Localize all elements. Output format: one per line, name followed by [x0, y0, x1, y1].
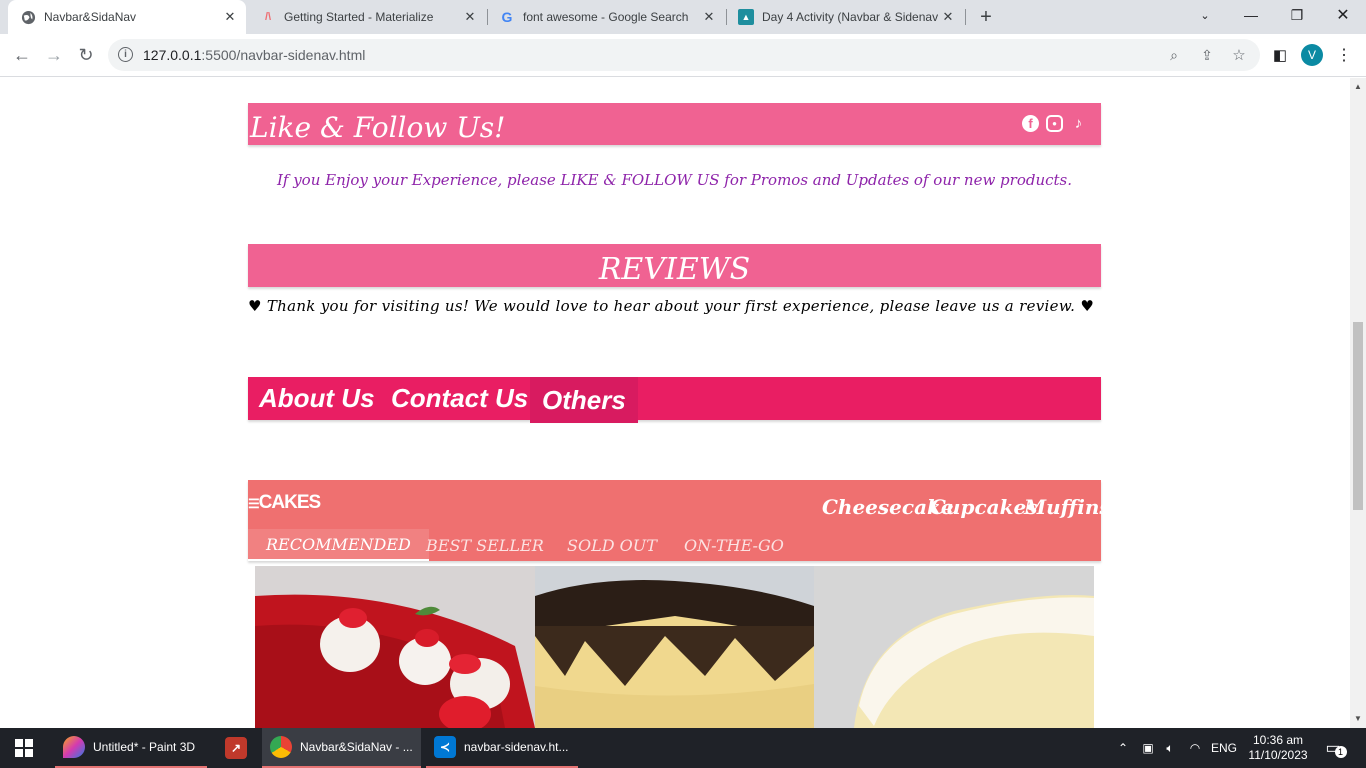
tiktok-icon[interactable]: ♪ [1070, 115, 1087, 132]
reviews-text: ♥ Thank you for visiting us! We would lo… [248, 297, 1095, 315]
taskbar-label: Untitled* - Paint 3D [93, 740, 196, 754]
tab-navbar-sidanav[interactable]: Navbar&SidaNav ✕ [8, 0, 246, 34]
strawberry-cheesecake-image[interactable] [255, 566, 535, 728]
vscode-icon: ≺ [434, 736, 456, 758]
restore-button[interactable]: ❐ [1274, 0, 1320, 30]
instagram-icon[interactable]: ● [1046, 115, 1063, 132]
globe-icon [20, 9, 36, 25]
share-icon[interactable]: ⇪ [1197, 45, 1217, 65]
menu-cupcakes[interactable]: Cupcakes [930, 495, 1037, 519]
tab-title: Navbar&SidaNav [44, 10, 137, 24]
scroll-down-arrow[interactable]: ▼ [1354, 714, 1362, 723]
taskbar-app[interactable]: ↗ [214, 728, 258, 768]
chrome-icon [270, 736, 292, 758]
reload-button[interactable]: ↻ [72, 41, 100, 69]
tab-recommended[interactable]: RECOMMENDED [248, 529, 429, 561]
close-window-button[interactable]: ✕ [1320, 0, 1366, 30]
zoom-icon[interactable]: ⌕ [1164, 45, 1184, 65]
menu-muffins[interactable]: Muffins [1024, 495, 1111, 519]
tab-title: font awesome - Google Search [523, 10, 689, 24]
device-icon[interactable]: ▣ [1138, 728, 1158, 768]
taskbar-label: navbar-sidenav.ht... [464, 740, 569, 754]
site-navbar: About Us Contact Us Others [248, 377, 1101, 423]
tab-title: Getting Started - Materialize [284, 10, 434, 24]
windows-logo-icon [15, 739, 33, 757]
tab-sold-out[interactable]: SOLD OUT [549, 529, 675, 561]
cake-gallery [255, 566, 1094, 728]
facebook-icon[interactable]: f [1022, 115, 1039, 132]
url-host: 127.0.0.1 [143, 47, 202, 63]
clock-date: 11/10/2023 [1248, 748, 1308, 762]
taskbar-label: Navbar&SidaNav - ... [300, 740, 413, 754]
classroom-icon: ▲ [738, 9, 754, 25]
follow-text: If you Enjoy your Experience, please LIK… [276, 171, 1073, 189]
back-button[interactable]: ← [8, 41, 36, 69]
forward-button[interactable]: → [40, 41, 68, 69]
menu-kebab-icon[interactable]: ⋮ [1330, 41, 1358, 69]
follow-banner: Like & Follow Us! f ● ♪ [248, 103, 1101, 145]
basque-cheesecake-image[interactable] [535, 566, 814, 728]
follow-heading: Like & Follow Us! [250, 111, 506, 144]
tab-materialize[interactable]: /\ Getting Started - Materialize ✕ [248, 0, 486, 34]
tab-on-the-go[interactable]: ON-THE-GO [666, 529, 802, 561]
cakes-navbar: ☰CAKES Cheesecake Cupcakes Muffins RECOM… [248, 480, 1111, 561]
browser-toolbar: ← → ↻ i 127.0.0.1:5500/navbar-sidenav.ht… [0, 34, 1366, 77]
clock[interactable]: 10:36 am 11/10/2023 [1246, 728, 1310, 768]
tab-strip: Navbar&SidaNav ✕ /\ Getting Started - Ma… [0, 0, 1366, 34]
close-tab-icon[interactable]: ✕ [220, 7, 240, 27]
minimize-button[interactable]: — [1228, 0, 1274, 30]
page-viewport: Like & Follow Us! f ● ♪ If you Enjoy you… [0, 78, 1350, 728]
reviews-heading: REVIEWS [598, 252, 751, 287]
side-panel-icon[interactable]: ◧ [1266, 41, 1294, 69]
reviews-banner: REVIEWS [248, 244, 1101, 287]
url-path: :5500/navbar-sidenav.html [201, 47, 366, 63]
windows-taskbar: Untitled* - Paint 3D ↗ Navbar&SidaNav - … [0, 728, 1366, 768]
show-hidden-icons[interactable]: ⌃ [1112, 728, 1134, 768]
scrollbar-thumb[interactable] [1353, 322, 1363, 510]
tab-day4-activity[interactable]: ▲ Day 4 Activity (Navbar & Sidenav ✕ [726, 0, 964, 34]
close-tab-icon[interactable]: ✕ [699, 7, 719, 27]
tab-title: Day 4 Activity (Navbar & Sidenav [762, 10, 938, 24]
nav-about-us[interactable]: About Us [259, 377, 375, 420]
language-indicator[interactable]: ENG [1208, 728, 1240, 768]
start-button[interactable] [0, 728, 48, 768]
tab-google-search[interactable]: G font awesome - Google Search ✕ [487, 0, 725, 34]
notification-count: 1 [1334, 746, 1347, 758]
close-tab-icon[interactable]: ✕ [938, 7, 958, 27]
taskbar-chrome[interactable]: Navbar&SidaNav - ... [262, 728, 421, 768]
paint3d-icon [63, 736, 85, 758]
tab-separator [965, 9, 966, 25]
cakes-brand[interactable]: ☰CAKES [248, 492, 322, 514]
notification-center[interactable]: ▭ 1 [1318, 728, 1354, 768]
tab-best-seller[interactable]: BEST SELLER [408, 529, 562, 561]
url-text: 127.0.0.1:5500/navbar-sidenav.html [143, 47, 365, 63]
taskbar-paint3d[interactable]: Untitled* - Paint 3D [55, 728, 207, 768]
wifi-icon[interactable]: ◠ [1184, 728, 1206, 768]
taskbar-vscode[interactable]: ≺ navbar-sidenav.ht... [426, 728, 578, 768]
address-bar[interactable]: i 127.0.0.1:5500/navbar-sidenav.html ⌕ ⇪… [108, 39, 1260, 71]
app-icon: ↗ [225, 737, 247, 759]
clock-time: 10:36 am [1252, 733, 1304, 747]
nav-contact-us[interactable]: Contact Us [391, 377, 528, 420]
google-icon: G [501, 9, 513, 25]
cakes-brand-label: CAKES [258, 492, 322, 513]
profile-avatar[interactable]: V [1301, 44, 1323, 66]
site-info-icon[interactable]: i [118, 47, 133, 62]
bookmark-star-icon[interactable]: ☆ [1229, 45, 1249, 65]
page-scrollbar[interactable]: ▲ ▼ [1350, 78, 1366, 728]
tab-search-icon[interactable]: ⌄ [1182, 0, 1228, 30]
materialize-icon: /\ [264, 11, 272, 23]
new-tab-button[interactable]: + [974, 6, 998, 28]
nav-others[interactable]: Others [530, 377, 638, 423]
birthday-cake-icon: ☰ [248, 496, 260, 511]
japanese-cheesecake-image[interactable] [814, 566, 1094, 728]
scroll-up-arrow[interactable]: ▲ [1354, 82, 1362, 91]
volume-icon[interactable]: 🔈︎ [1160, 728, 1180, 768]
close-tab-icon[interactable]: ✕ [460, 7, 480, 27]
